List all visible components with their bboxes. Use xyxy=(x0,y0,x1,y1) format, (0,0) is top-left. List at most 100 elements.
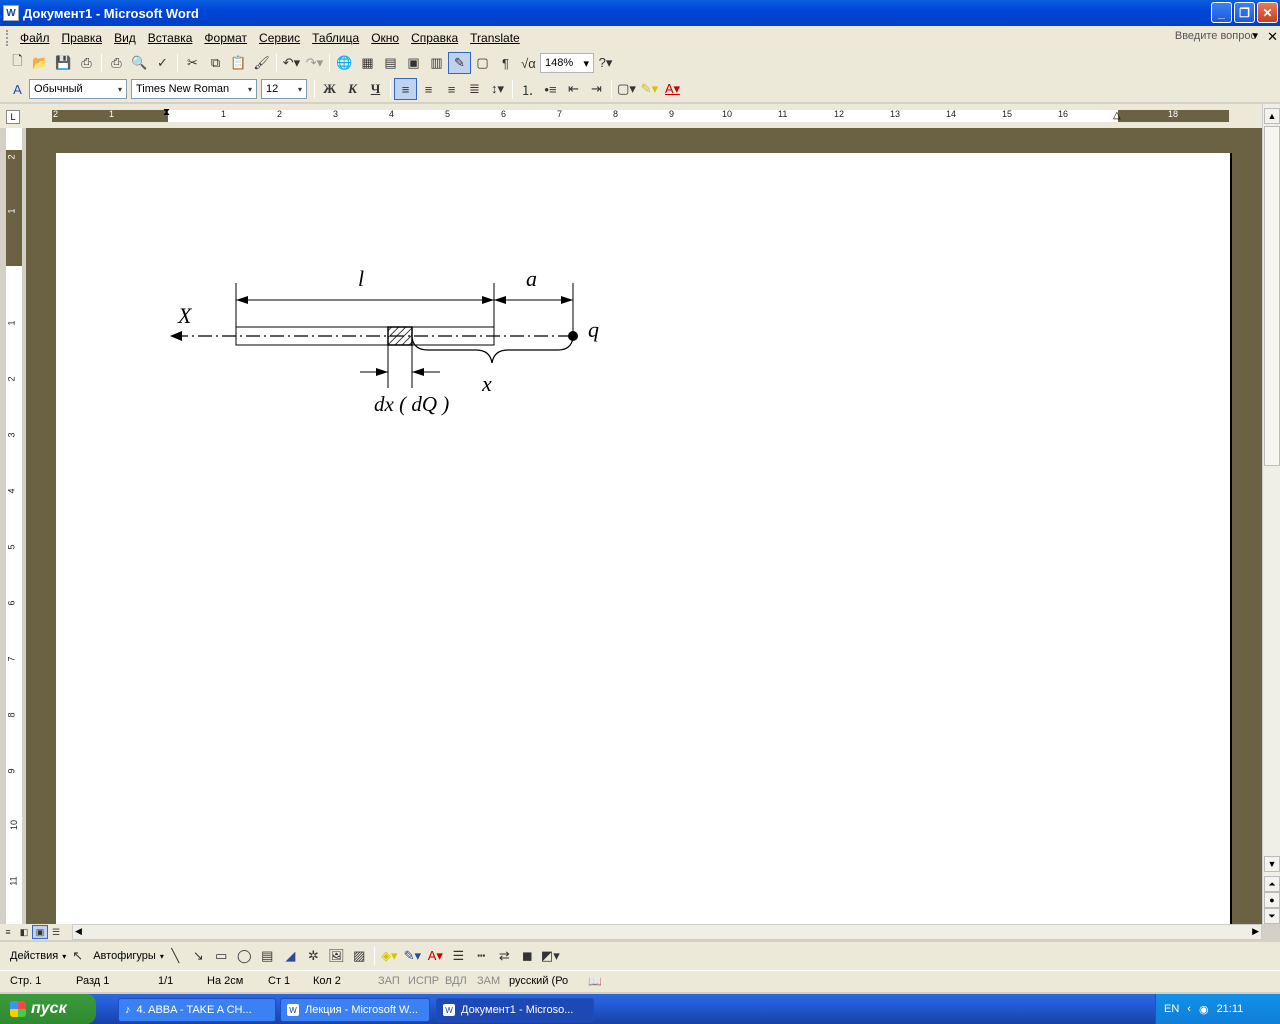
scroll-right-icon[interactable]: ▶ xyxy=(1252,926,1259,937)
wordart-icon[interactable]: ◢ xyxy=(279,945,302,967)
browse-object-icon[interactable]: ● xyxy=(1264,892,1280,908)
hyperlink-icon[interactable]: 🌐 xyxy=(333,52,356,74)
align-center-icon[interactable]: ≡ xyxy=(417,78,440,100)
clipart-icon[interactable]: 🖼 xyxy=(325,945,348,967)
italic-button[interactable]: К xyxy=(341,78,364,100)
right-indent-marker-icon[interactable]: △ xyxy=(1113,110,1121,121)
menu-help[interactable]: Справка xyxy=(405,31,464,45)
clock[interactable]: 21:11 xyxy=(1217,1003,1244,1015)
show-hide-icon[interactable]: ¶ xyxy=(494,52,517,74)
tray-app-icon[interactable]: ◉ xyxy=(1199,1003,1209,1016)
menu-grip[interactable] xyxy=(6,30,10,46)
physics-figure[interactable]: l a X q x dx ( dQ ) xyxy=(56,153,1232,924)
status-rec[interactable]: ЗАП xyxy=(378,975,400,987)
horizontal-scrollbar[interactable]: ◀ ▶ xyxy=(72,924,1262,940)
tables-borders-icon[interactable]: ▦ xyxy=(356,52,379,74)
align-right-icon[interactable]: ≡ xyxy=(440,78,463,100)
arrow-icon[interactable]: ↘ xyxy=(187,945,210,967)
line-icon[interactable]: ╲ xyxy=(164,945,187,967)
shadow-icon[interactable]: ◼ xyxy=(516,945,539,967)
bold-button[interactable]: Ж xyxy=(318,78,341,100)
scroll-left-icon[interactable]: ◀ xyxy=(75,926,82,937)
rectangle-icon[interactable]: ▭ xyxy=(210,945,233,967)
tray-expand-icon[interactable]: ‹ xyxy=(1187,1003,1191,1015)
start-button[interactable]: пуск xyxy=(0,994,96,1024)
close-button[interactable]: ✕ xyxy=(1257,2,1278,23)
scroll-down-icon[interactable]: ▼ xyxy=(1264,856,1280,872)
vertical-scrollbar[interactable]: ▲ ▼ ⏶ ● ⏷ xyxy=(1262,104,1280,924)
format-painter-icon[interactable]: 🖌 xyxy=(250,52,273,74)
spelling-status-icon[interactable]: 📖 xyxy=(588,975,602,988)
font-color-icon[interactable]: A▾ xyxy=(424,945,447,967)
dash-style-icon[interactable]: ┅ xyxy=(470,945,493,967)
styles-icon[interactable]: A xyxy=(6,78,29,100)
equation-icon[interactable]: √α xyxy=(517,52,540,74)
align-left-icon[interactable]: ≡ xyxy=(394,78,417,100)
spelling-icon[interactable]: ✓ xyxy=(151,52,174,74)
normal-view-icon[interactable]: ≡ xyxy=(0,925,16,939)
underline-button[interactable]: Ч xyxy=(364,78,387,100)
borders-icon[interactable]: ▢▾ xyxy=(615,78,638,100)
menu-format[interactable]: Формат xyxy=(198,31,253,45)
print-preview-icon[interactable]: 🔍 xyxy=(128,52,151,74)
ask-dropdown-icon[interactable]: ▾ xyxy=(1252,29,1258,42)
style-combo[interactable]: Обычный ▾ xyxy=(29,79,127,99)
menu-insert[interactable]: Вставка xyxy=(142,31,199,45)
taskbar-item-abba[interactable]: ♪ 4. ABBA - TAKE A CH... xyxy=(118,998,276,1022)
vertical-ruler[interactable]: 2 1 1 2 3 4 5 6 7 8 9 10 11 xyxy=(6,128,22,924)
font-size-combo[interactable]: 12 ▾ xyxy=(261,79,307,99)
open-icon[interactable]: 📂 xyxy=(29,52,52,74)
autoshapes-menu[interactable]: Автофигуры xyxy=(93,950,156,962)
status-ext[interactable]: ВДЛ xyxy=(445,975,467,987)
menu-window[interactable]: Окно xyxy=(365,31,405,45)
ask-question-box[interactable]: Введите вопрос xyxy=(1175,30,1256,42)
line-style-icon[interactable]: ☰ xyxy=(447,945,470,967)
horizontal-ruler[interactable]: L 2 1 1 2 3 4 5 6 7 8 9 10 11 12 13 14 1… xyxy=(0,104,1280,128)
copy-icon[interactable]: ⧉ xyxy=(204,52,227,74)
zoom-combo[interactable]: 148% ▾ xyxy=(540,53,594,73)
arrow-style-icon[interactable]: ⇄ xyxy=(493,945,516,967)
line-color-icon[interactable]: ✎▾ xyxy=(401,945,424,967)
fill-color-icon[interactable]: ◈▾ xyxy=(378,945,401,967)
word-app-icon[interactable]: W xyxy=(3,5,19,21)
minimize-button[interactable]: _ xyxy=(1211,2,1232,23)
menu-tools[interactable]: Сервис xyxy=(253,31,306,45)
3d-icon[interactable]: ◩▾ xyxy=(539,945,562,967)
select-objects-icon[interactable]: ↖ xyxy=(66,945,89,967)
paste-icon[interactable]: 📋 xyxy=(227,52,250,74)
print-layout-icon[interactable]: ▣ xyxy=(32,925,48,939)
indent-marker-icon[interactable]: ⧗ xyxy=(163,107,170,118)
justify-icon[interactable]: ≣ xyxy=(463,78,486,100)
status-ovr[interactable]: ЗАМ xyxy=(477,975,500,987)
help-icon[interactable]: ?▾ xyxy=(594,52,617,74)
scroll-thumb[interactable] xyxy=(1264,126,1280,466)
insert-excel-icon[interactable]: ▣ xyxy=(402,52,425,74)
menu-view[interactable]: Вид xyxy=(108,31,142,45)
actions-menu[interactable]: Действия xyxy=(10,950,58,962)
new-document-icon[interactable]: 🗋 xyxy=(6,52,29,74)
decrease-indent-icon[interactable]: ⇤ xyxy=(562,78,585,100)
oval-icon[interactable]: ◯ xyxy=(233,945,256,967)
scroll-up-icon[interactable]: ▲ xyxy=(1264,108,1280,124)
insert-table-icon[interactable]: ▤ xyxy=(379,52,402,74)
restore-button[interactable]: ❐ xyxy=(1234,2,1255,23)
tab-selector[interactable]: L xyxy=(6,110,20,124)
menu-table[interactable]: Таблица xyxy=(306,31,365,45)
highlight-icon[interactable]: ✎▾ xyxy=(638,78,661,100)
document-map-icon[interactable]: ▢ xyxy=(471,52,494,74)
taskbar-item-document1[interactable]: W Документ1 - Microso... xyxy=(436,998,594,1022)
textbox-icon[interactable]: ▤ xyxy=(256,945,279,967)
increase-indent-icon[interactable]: ⇥ xyxy=(585,78,608,100)
outline-view-icon[interactable]: ☰ xyxy=(48,925,64,939)
font-color-icon[interactable]: A▾ xyxy=(661,78,684,100)
menu-translate[interactable]: Translate xyxy=(464,31,526,45)
save-icon[interactable]: 💾 xyxy=(52,52,75,74)
language-indicator[interactable]: EN xyxy=(1164,1003,1179,1015)
numbering-icon[interactable]: ⒈ xyxy=(516,78,539,100)
font-combo[interactable]: Times New Roman ▾ xyxy=(131,79,257,99)
permission-icon[interactable]: ⎙ xyxy=(75,52,98,74)
line-spacing-icon[interactable]: ↕▾ xyxy=(486,78,509,100)
cut-icon[interactable]: ✂ xyxy=(181,52,204,74)
bullets-icon[interactable]: •≡ xyxy=(539,78,562,100)
drawing-icon[interactable]: ✎ xyxy=(448,52,471,74)
